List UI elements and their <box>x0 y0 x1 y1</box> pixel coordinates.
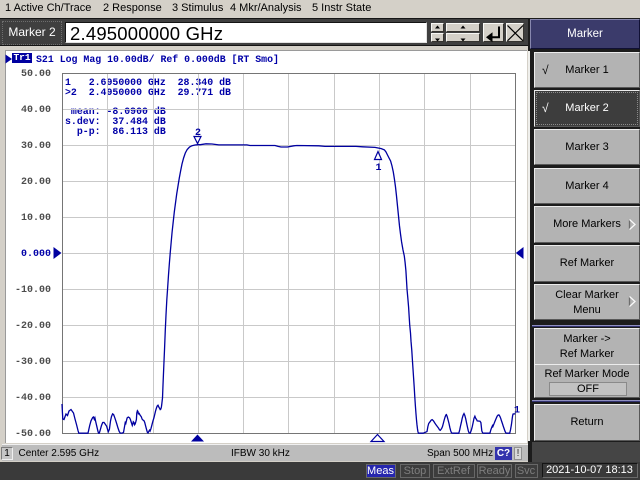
svg-text:1: 1 <box>376 163 382 174</box>
svg-text:1: 1 <box>514 406 520 417</box>
svg-text:2: 2 <box>195 128 201 139</box>
